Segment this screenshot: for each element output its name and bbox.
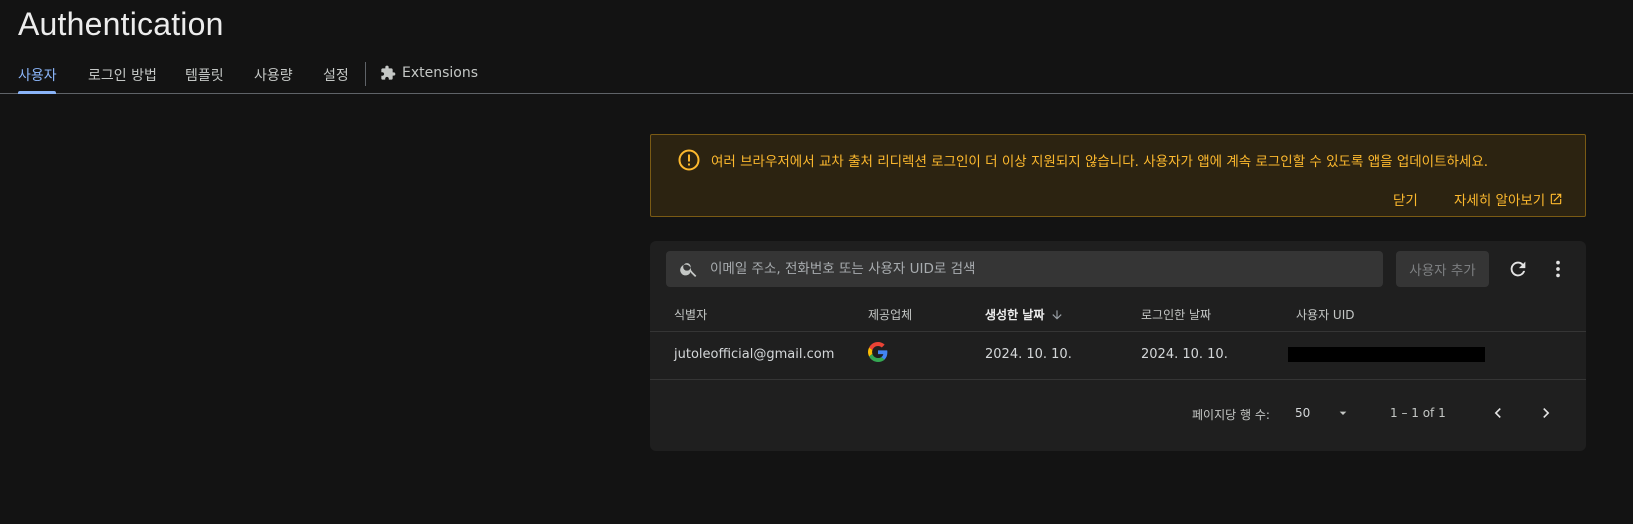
column-provider[interactable]: 제공업체 <box>868 306 912 323</box>
more-vert-icon <box>1556 260 1560 278</box>
search-icon <box>680 263 697 277</box>
refresh-button[interactable] <box>1504 255 1532 283</box>
previous-page-button[interactable] <box>1485 400 1511 426</box>
column-created-label: 생성한 날짜 <box>985 308 1045 322</box>
tab-sign-in-method[interactable]: 로그인 방법 <box>88 65 157 85</box>
cell-created: 2024. 10. 10. <box>985 347 1072 362</box>
cell-identifier: jutoleofficial@gmail.com <box>674 347 835 362</box>
column-identifier[interactable]: 식별자 <box>674 306 707 323</box>
rows-per-page-label: 페이지당 행 수: <box>1192 408 1270 422</box>
chevron-left-icon <box>1494 408 1501 418</box>
next-page-button[interactable] <box>1533 400 1559 426</box>
cell-signed-in: 2024. 10. 10. <box>1141 347 1228 362</box>
extension-icon <box>381 65 396 80</box>
chevron-right-icon <box>1543 408 1550 418</box>
tab-extensions[interactable]: Extensions <box>380 65 478 81</box>
banner-learn-more-link[interactable]: 자세히 알아보기 <box>1454 189 1563 209</box>
refresh-icon <box>1510 261 1526 277</box>
warning-circle-icon <box>678 149 700 171</box>
cell-uid-redacted <box>1288 347 1485 362</box>
pagination-range: 1 – 1 of 1 <box>1390 406 1446 420</box>
tab-usage[interactable]: 사용량 <box>254 65 293 85</box>
tab-extensions-label: Extensions <box>402 65 479 81</box>
warning-banner: 여러 브라우저에서 교차 출처 리디렉션 로그인이 더 이상 지원되지 않습니다… <box>650 134 1586 217</box>
rows-per-page-select[interactable]: 50 <box>1295 399 1359 427</box>
table-row[interactable]: jutoleofficial@gmail.com 2024. 10. 10. 2… <box>650 332 1586 380</box>
tab-divider <box>365 62 366 86</box>
users-card: 사용자 추가 식별자 제공업체 생성한 날짜 로그인한 날짜 사용자 UID j… <box>650 241 1586 451</box>
learn-more-label: 자세히 알아보기 <box>1454 193 1546 209</box>
banner-close-button[interactable]: 닫기 <box>1393 189 1418 209</box>
tab-settings[interactable]: 설정 <box>323 65 349 85</box>
add-user-button[interactable]: 사용자 추가 <box>1396 251 1489 287</box>
banner-message: 여러 브라우저에서 교차 출처 리디렉션 로그인이 더 이상 지원되지 않습니다… <box>711 154 1489 170</box>
search-input[interactable] <box>710 251 1370 287</box>
tab-users[interactable]: 사용자 <box>18 65 57 85</box>
tab-bar: 사용자 로그인 방법 템플릿 사용량 설정 Extensions <box>0 56 1633 94</box>
arrow-down-icon <box>1052 309 1062 320</box>
page-title: Authentication <box>18 6 224 42</box>
open-in-new-icon <box>1550 193 1562 205</box>
active-tab-indicator <box>18 91 56 94</box>
column-uid[interactable]: 사용자 UID <box>1296 306 1355 323</box>
rows-per-page-value: 50 <box>1295 406 1311 420</box>
dropdown-arrow-icon <box>1339 411 1347 415</box>
table-header: 식별자 제공업체 생성한 날짜 로그인한 날짜 사용자 UID <box>650 297 1586 332</box>
search-box[interactable] <box>666 251 1383 287</box>
authentication-page: Authentication 사용자 로그인 방법 템플릿 사용량 설정 Ext… <box>0 0 1633 524</box>
google-icon <box>868 342 888 362</box>
tab-templates[interactable]: 템플릿 <box>185 65 224 85</box>
more-options-button[interactable] <box>1544 255 1572 283</box>
column-created[interactable]: 생성한 날짜 <box>985 306 1064 323</box>
column-signed-in[interactable]: 로그인한 날짜 <box>1141 306 1211 323</box>
